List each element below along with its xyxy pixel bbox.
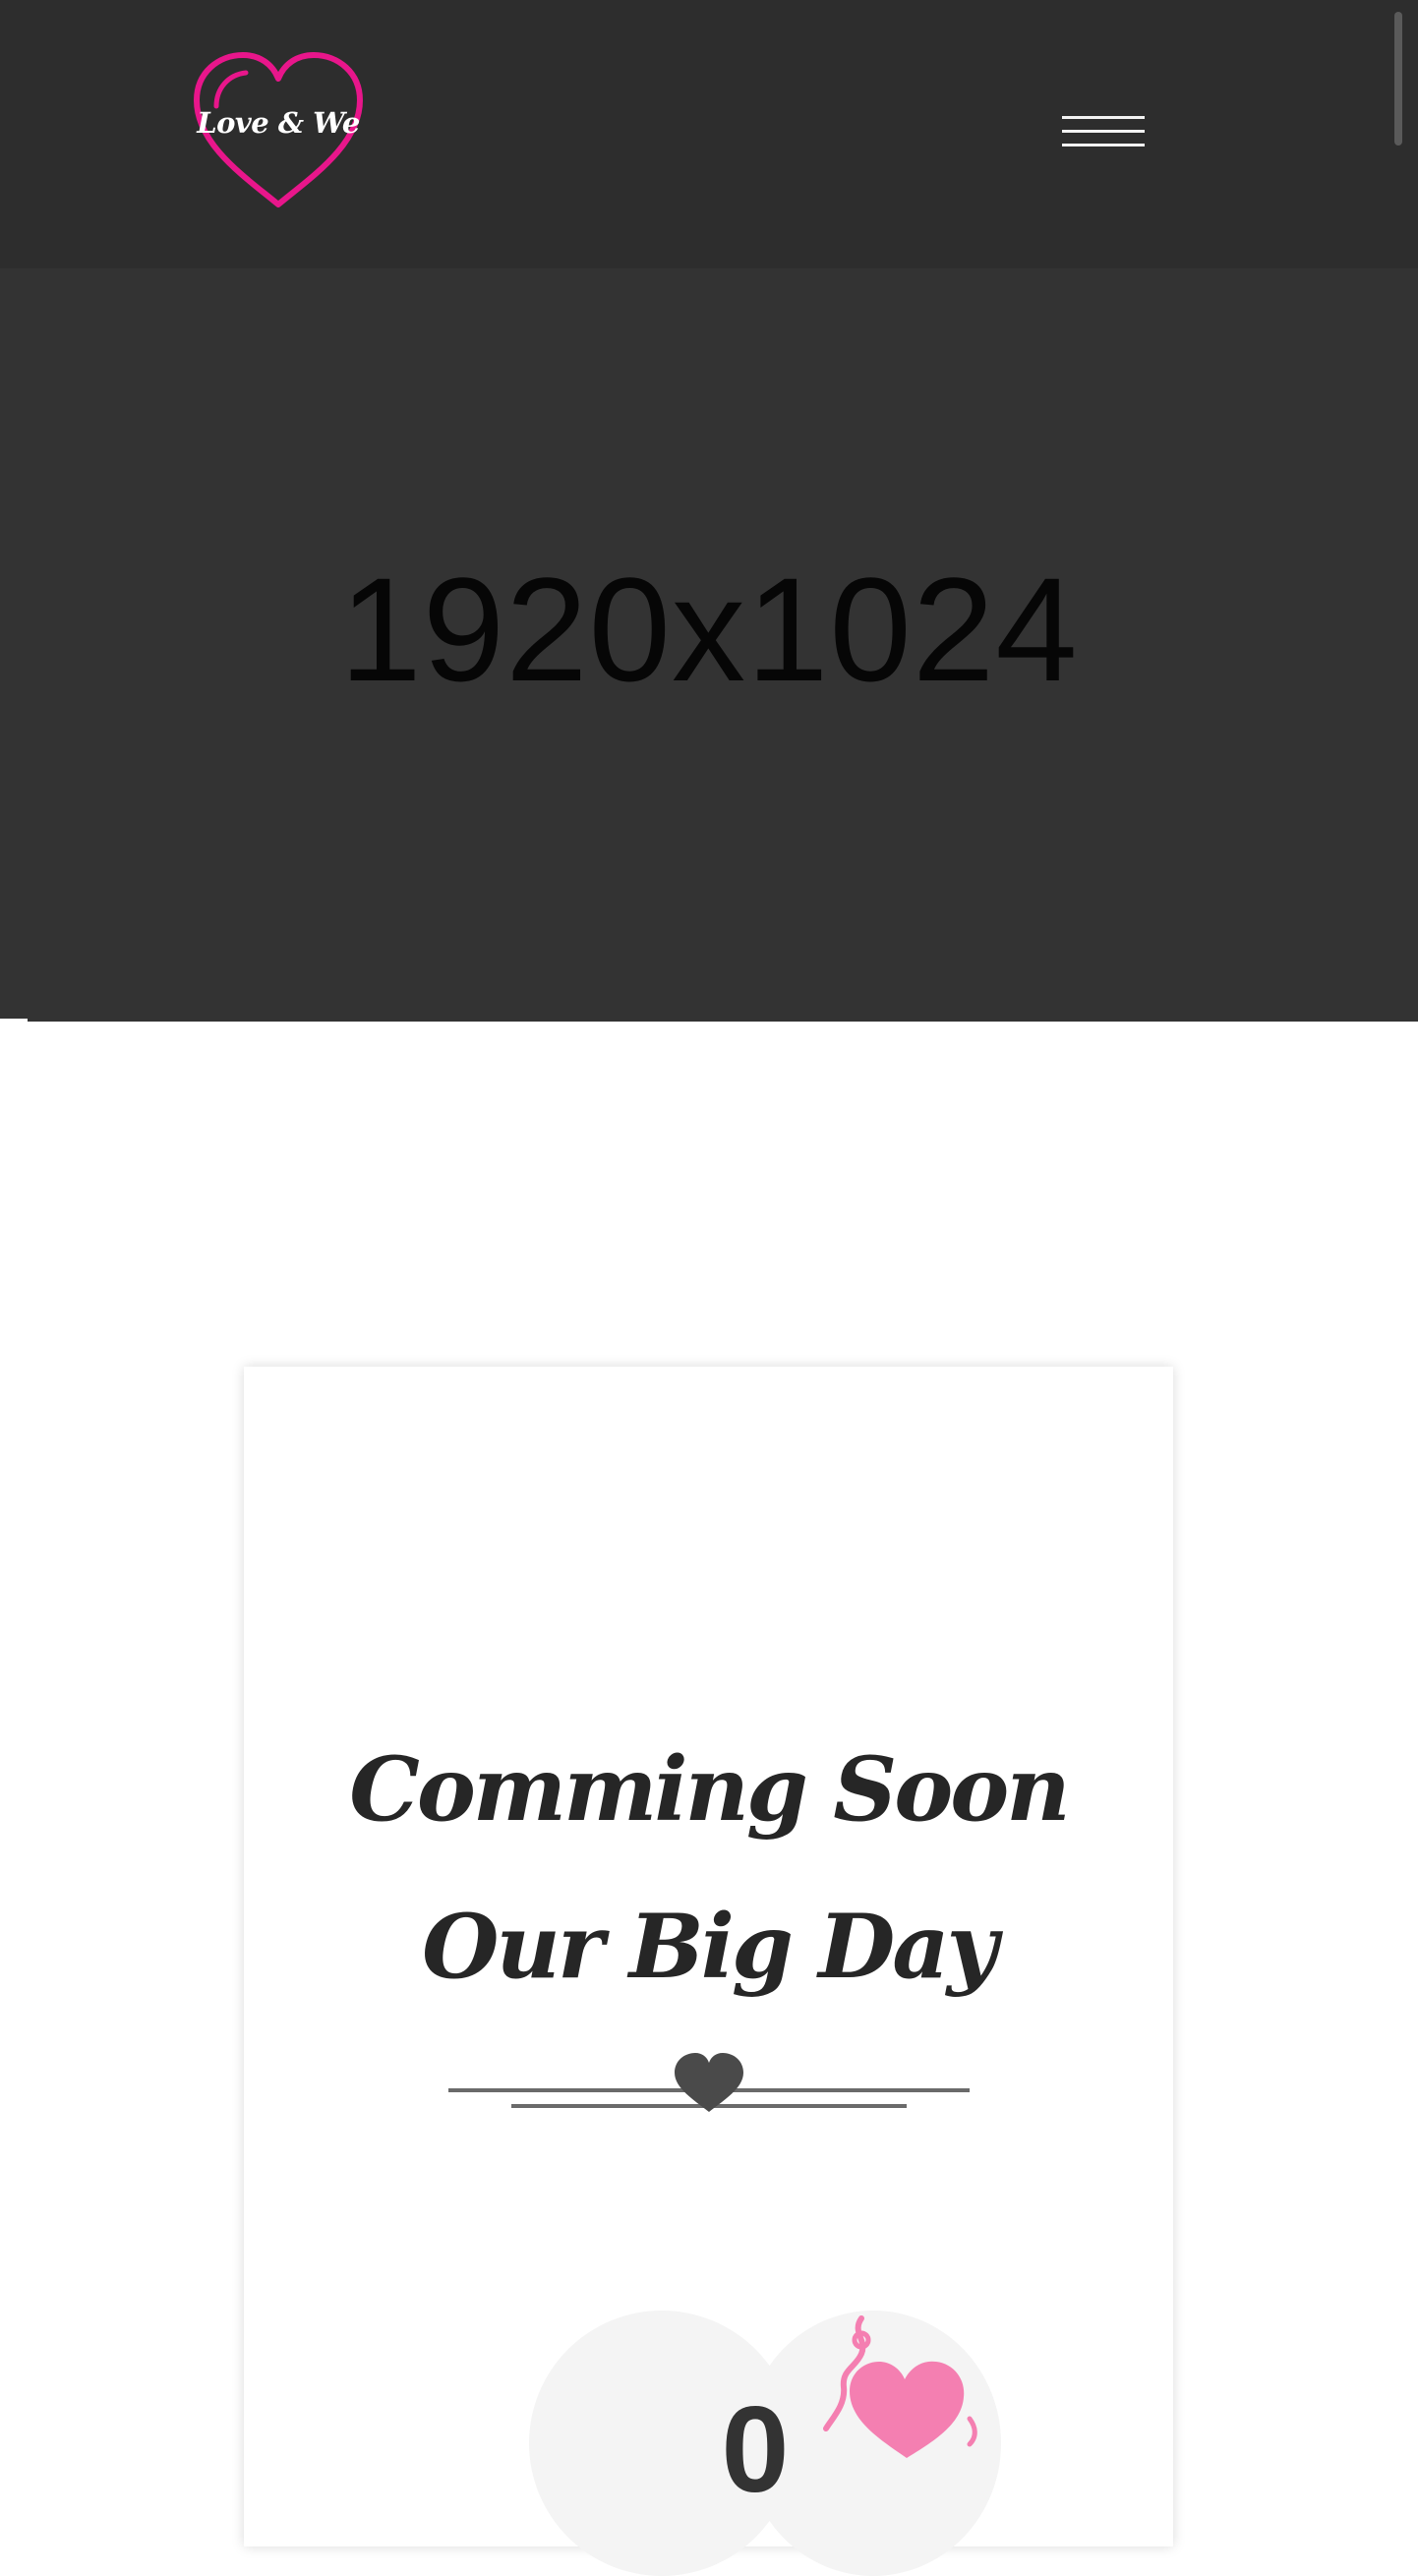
hero-banner: 1920x1024	[0, 268, 1418, 1022]
hero-image-placeholder: 1920x1024	[339, 547, 1079, 712]
menu-toggle-button[interactable]	[1058, 106, 1149, 165]
site-logo[interactable]: Love & We	[189, 49, 368, 216]
heart-divider-icon	[448, 2045, 970, 2124]
hamburger-menu-icon	[1062, 116, 1145, 119]
countdown-counter: 0	[529, 2311, 1021, 2576]
hero-edge-line	[0, 1019, 28, 1022]
hamburger-menu-icon-line	[1062, 144, 1145, 146]
hamburger-menu-icon-line	[1062, 130, 1145, 133]
site-header: Love & We	[0, 0, 1418, 268]
countdown-card: Comming Soon Our Big Day 0	[244, 1367, 1173, 2576]
countdown-title: Comming Soon Our Big Day	[349, 1737, 1071, 1999]
scrollbar-thumb[interactable]	[1394, 12, 1402, 146]
logo-text: Love & We	[197, 106, 360, 140]
pink-heart-decoration-icon	[822, 2311, 979, 2468]
